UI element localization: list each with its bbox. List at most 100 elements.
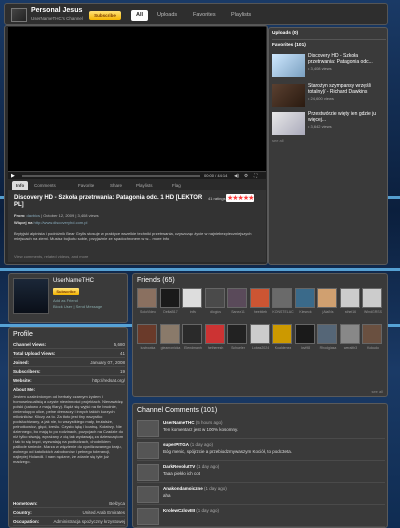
friend-name[interactable]: heeblieb	[250, 310, 272, 314]
friend-item[interactable]: Kokudo	[362, 324, 384, 358]
friend-name[interactable]: Sanez11	[227, 310, 249, 314]
friend-name[interactable]: Kokudo	[362, 346, 384, 350]
friend-avatar[interactable]	[137, 288, 157, 308]
friend-name[interactable]: KONSTELAC	[272, 310, 294, 314]
friend-name[interactable]: Rhodgiasa	[317, 346, 339, 350]
avatar[interactable]	[137, 486, 159, 503]
avatar[interactable]	[137, 442, 159, 459]
tab-flag[interactable]: Flag	[168, 181, 185, 190]
block-message-links[interactable]: Block User | Send Message	[53, 304, 102, 309]
favorite-title[interactable]: Discovery HD - Szkoła przetrwania: Patag…	[308, 53, 386, 65]
volume-icon[interactable]: ◀)	[234, 173, 239, 179]
friend-name[interactable]: lustrowka	[137, 346, 159, 350]
avatar[interactable]	[137, 508, 159, 525]
friend-name[interactable]: dlogics	[205, 310, 227, 314]
friend-item[interactable]: KONSTELAC	[272, 288, 294, 322]
friend-item[interactable]: DeltaB17	[159, 288, 182, 322]
friend-avatar[interactable]	[362, 288, 382, 308]
friend-item[interactable]: Lobas2024	[249, 324, 272, 358]
friend-item[interactable]: infiv	[182, 288, 204, 322]
friend-avatar[interactable]	[339, 288, 360, 308]
more-link[interactable]: View comments, related videos, and more	[14, 254, 88, 259]
progress-bar[interactable]	[22, 175, 200, 177]
friend-avatar[interactable]	[137, 324, 157, 344]
embed-link[interactable]: http://www.discoveryhd.com.pl	[34, 220, 88, 225]
friend-name[interactable]: WindGRSS	[362, 310, 384, 314]
friend-name[interactable]: hetheresh	[205, 346, 227, 350]
friend-avatar[interactable]	[294, 288, 315, 308]
settings-icon[interactable]: ⚙	[244, 173, 248, 179]
friend-item[interactable]: Elendmanh	[182, 324, 204, 358]
friend-item[interactable]: SoloVideo	[137, 288, 159, 322]
friend-avatar[interactable]	[227, 288, 247, 308]
friend-item[interactable]: WindGRSS	[362, 288, 384, 322]
friend-avatar[interactable]	[182, 288, 202, 308]
friend-name[interactable]: DeltaB17	[160, 310, 182, 314]
see-all-friends-link[interactable]: see all	[371, 389, 383, 394]
friend-name[interactable]: weralth3	[340, 346, 362, 350]
video-thumbnail[interactable]	[272, 112, 305, 135]
avatar[interactable]	[13, 278, 49, 314]
friend-avatar[interactable]	[182, 324, 202, 344]
subscribe-button[interactable]: Subscribe	[89, 11, 121, 20]
favorite-item[interactable]: Starożyn szympansy wrzęśli totalny|/ - R…	[272, 83, 386, 110]
comment-author[interactable]: UserNameTHC	[163, 420, 195, 425]
friend-name[interactable]: SoloVideo	[137, 310, 159, 314]
favorite-title[interactable]: Starożyn szympansy wrzęśli totalny|/ - R…	[308, 83, 386, 95]
tab-playlists[interactable]: Playlists	[231, 10, 251, 21]
friend-item[interactable]: jAlaiNs	[317, 288, 339, 322]
uploads-heading[interactable]: Uploads (0)	[272, 31, 298, 36]
friend-avatar[interactable]	[249, 324, 270, 344]
friend-item[interactable]: heeblieb	[249, 288, 272, 322]
friend-avatar[interactable]	[159, 324, 180, 344]
friend-avatar[interactable]	[227, 324, 247, 344]
tab-info[interactable]: Info	[12, 181, 29, 190]
subscribe-button[interactable]: Subscribe	[53, 288, 79, 295]
friend-item[interactable]: hetheresh	[204, 324, 227, 358]
friend-item[interactable]: gleamonicka	[159, 324, 182, 358]
friend-name[interactable]: Koaldenez	[272, 346, 294, 350]
friend-avatar[interactable]	[294, 324, 315, 344]
friend-avatar[interactable]	[159, 288, 180, 308]
friend-item[interactable]: sthel16	[339, 288, 362, 322]
star-rating[interactable]: ★★★★★	[226, 194, 254, 202]
comment-author[interactable]: superPITGA	[163, 442, 189, 447]
favorite-title[interactable]: Przestwórzie więty ien gdzie ju więcej..…	[308, 111, 386, 123]
friend-item[interactable]: Kleseck	[294, 288, 317, 322]
friend-item[interactable]: lustrowka	[137, 324, 159, 358]
friend-item[interactable]: Sanez11	[227, 288, 249, 322]
see-all-link[interactable]: see all	[272, 138, 284, 143]
friend-avatar[interactable]	[272, 324, 292, 344]
friend-item[interactable]: dlogics	[204, 288, 227, 322]
video-thumbnail[interactable]	[272, 84, 305, 107]
comment-author[interactable]: KrolewCzlovIIII	[163, 508, 195, 513]
video-thumbnail[interactable]	[272, 54, 305, 77]
favorite-item[interactable]: Discovery HD - Szkoła przetrwania: Patag…	[272, 53, 386, 80]
friend-name[interactable]: Lobas2024	[250, 346, 272, 350]
avatar[interactable]	[11, 8, 27, 22]
friend-item[interactable]: Rhodgiasa	[317, 324, 339, 358]
friend-name[interactable]: gleamonicka	[160, 346, 182, 350]
play-icon[interactable]: ▶	[11, 173, 15, 179]
friend-item[interactable]: lovi98	[294, 324, 317, 358]
friend-avatar[interactable]	[317, 288, 337, 308]
friend-name[interactable]: Elendmanh	[182, 346, 204, 350]
video-player[interactable]	[8, 27, 266, 171]
friend-avatar[interactable]	[249, 288, 270, 308]
fullscreen-icon[interactable]: ⛶	[254, 173, 257, 178]
friend-item[interactable]: Schueler	[227, 324, 249, 358]
friend-avatar[interactable]	[317, 324, 337, 344]
comment-author[interactable]: DarkRevolutTV	[163, 464, 195, 469]
friend-name[interactable]: sthel16	[340, 310, 362, 314]
friend-avatar[interactable]	[339, 324, 360, 344]
tab-favorites[interactable]: Favorites	[193, 10, 216, 21]
favorite-item[interactable]: Przestwórzie więty ien gdzie ju więcej..…	[272, 111, 386, 138]
avatar[interactable]	[137, 420, 159, 437]
favorites-heading[interactable]: Favorites (101)	[272, 43, 306, 48]
username[interactable]: UserNameTHC	[53, 278, 94, 284]
friend-name[interactable]: infiv	[182, 310, 204, 314]
website-link[interactable]: http://redsat.org/	[92, 378, 125, 383]
uploader-link[interactable]: davbics	[26, 213, 40, 218]
friend-item[interactable]: Koaldenez	[272, 324, 294, 358]
friend-name[interactable]: Kleseck	[295, 310, 317, 314]
